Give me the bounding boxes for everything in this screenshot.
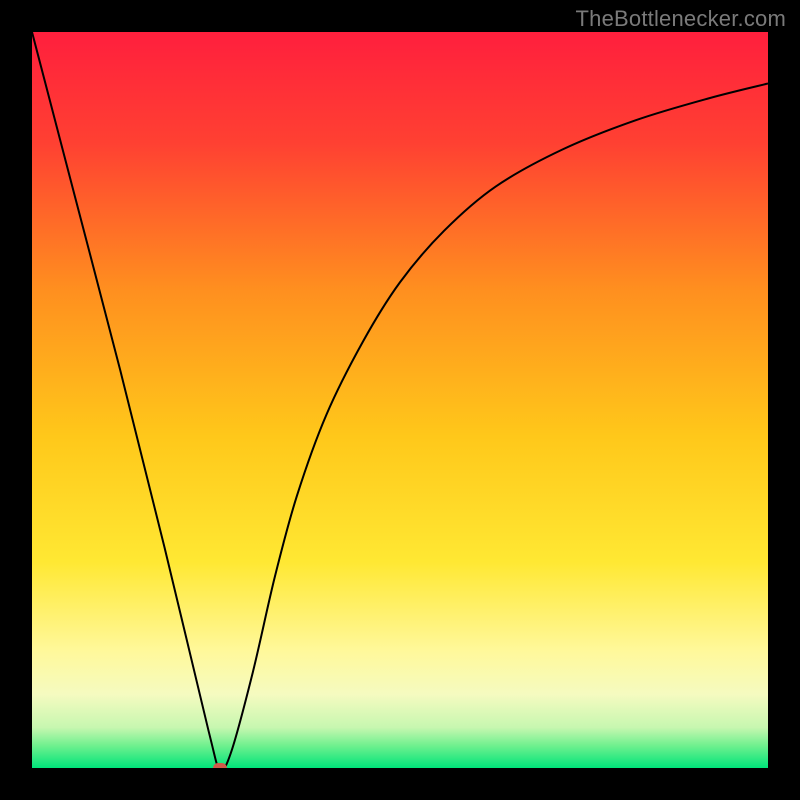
chart-frame: TheBottlenecker.com bbox=[0, 0, 800, 800]
plot-area bbox=[32, 32, 768, 768]
minimum-marker bbox=[213, 763, 227, 768]
watermark-text: TheBottlenecker.com bbox=[576, 6, 786, 32]
bottleneck-curve bbox=[32, 32, 768, 768]
curve-layer bbox=[32, 32, 768, 768]
